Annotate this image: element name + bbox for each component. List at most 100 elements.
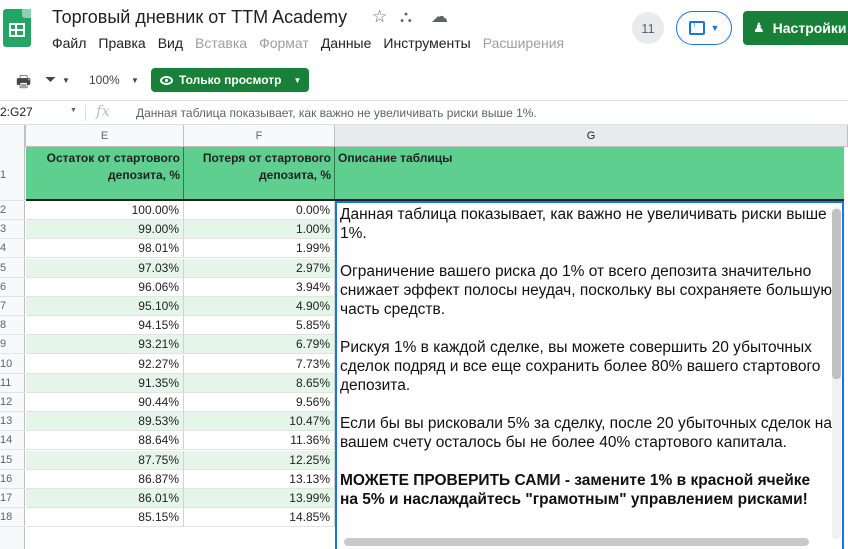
menu-item[interactable]: Файл [52,35,86,55]
cell-deposit-loss[interactable]: 11.36% [184,431,335,450]
cell-remaining-deposit[interactable]: 87.75% [26,451,184,470]
cell-deposit-loss[interactable]: 7.73% [184,355,335,374]
row-header[interactable]: 15 [0,451,25,470]
row-header-1[interactable]: 1 [0,147,25,201]
cell-remaining-deposit[interactable]: 92.27% [26,355,184,374]
vertical-scrollbar[interactable] [832,207,841,539]
menu-item[interactable]: Инструменты [383,35,470,55]
add-shortcut-icon[interactable]: ⛬ [400,7,412,27]
row-header[interactable]: 9 [0,335,25,354]
row-header[interactable]: 4 [0,239,25,258]
cell-deposit-loss[interactable]: 0.00% [184,201,335,220]
row-header[interactable]: 18 [0,508,25,527]
title-bar: Торговый дневник от TTM Academy ☆ ⛬ ☁ Фа… [0,0,848,60]
row-header[interactable]: 16 [0,470,25,489]
filter-chevron-icon[interactable]: ▼ [62,76,70,85]
cell-remaining-deposit[interactable]: 93.21% [26,335,184,354]
row-header[interactable]: 3 [0,220,25,239]
cell-remaining-deposit[interactable]: 88.64% [26,431,184,450]
row-header[interactable]: 2 [0,201,25,220]
cell-remaining-deposit[interactable]: 98.01% [26,239,184,258]
chevron-down-icon[interactable]: ▼ [70,107,77,114]
column-header-e[interactable]: E [26,125,184,147]
collaborators-count-badge[interactable]: 11 [632,12,664,44]
cell-deposit-loss[interactable]: 12.25% [184,451,335,470]
cell-deposit-loss[interactable]: 2.97% [184,259,335,278]
sheets-logo-icon[interactable] [3,9,31,47]
scroll-thumb[interactable] [832,209,841,379]
cell-deposit-loss[interactable]: 5.85% [184,316,335,335]
row-header[interactable]: 10 [0,355,25,374]
zoom-select[interactable]: 100% [89,73,120,87]
view-only-button[interactable]: Только просмотр ▼ [151,68,309,92]
row-header[interactable]: 13 [0,412,25,431]
row-header[interactable]: 5 [0,259,25,278]
print-icon[interactable]: 🖶 [16,71,31,98]
cell-deposit-loss[interactable]: 13.13% [184,470,335,489]
cell-remaining-deposit[interactable]: 91.35% [26,374,184,393]
cell-remaining-deposit[interactable]: 99.00% [26,220,184,239]
cell-deposit-loss[interactable]: 4.90% [184,297,335,316]
row-header[interactable]: 7 [0,297,25,316]
row-header[interactable]: 14 [0,431,25,450]
cell-deposit-loss[interactable]: 9.56% [184,393,335,412]
filter-icon[interactable]: ⏷ [45,71,56,88]
cloud-status-icon[interactable]: ☁ [431,7,448,27]
cell-deposit-loss[interactable]: 10.47% [184,412,335,431]
cell-remaining-deposit[interactable]: 86.01% [26,489,184,508]
menu-item[interactable]: Правка [98,35,145,55]
document-title[interactable]: Торговый дневник от TTM Academy [52,7,347,28]
menu-item[interactable]: Расширения [483,35,564,55]
row-number: 11 [0,377,12,389]
cell-deposit-loss[interactable]: 8.65% [184,374,335,393]
row-number: 3 [0,223,7,235]
row-number: 17 [0,492,13,504]
star-icon[interactable]: ☆ [372,7,387,27]
cell-deposit-loss[interactable]: 6.79% [184,335,335,354]
header-remaining-deposit[interactable]: Остаток от стартового депозита, % [26,147,184,199]
row-header[interactable]: 11 [0,374,25,393]
cell-remaining-deposit[interactable]: 95.10% [26,297,184,316]
row-number: 10 [0,358,13,370]
zoom-chevron-icon[interactable]: ▼ [131,76,139,85]
horizontal-scrollbar[interactable] [344,538,809,546]
share-settings-button[interactable]: ♟ Настройки [743,11,848,45]
cell-remaining-deposit[interactable]: 94.15% [26,316,184,335]
cell-deposit-loss[interactable]: 3.94% [184,278,335,297]
menu-item[interactable]: Вид [158,35,183,55]
menu-item[interactable]: Данные [321,35,372,55]
formula-input[interactable]: Данная таблица показывает, как важно не … [136,106,537,120]
name-box[interactable]: 2:G27 [0,105,33,119]
divider [85,105,86,121]
cell-remaining-deposit[interactable]: 96.06% [26,278,184,297]
eye-icon [160,75,173,85]
column-header-g[interactable]: G [335,125,848,147]
row-header[interactable]: 8 [0,316,25,335]
present-button[interactable]: ▼ [676,11,732,45]
table-header-row: Остаток от стартового депозита, % Потеря… [26,147,844,201]
cell-remaining-deposit[interactable]: 97.03% [26,259,184,278]
column-header-f[interactable]: F [184,125,335,147]
description-cell[interactable]: Данная таблица показывает, как важно не … [335,201,844,549]
cell-remaining-deposit[interactable]: 89.53% [26,412,184,431]
row-number: 9 [0,338,7,350]
row-number: 8 [0,319,7,331]
row-number: 2 [0,204,7,216]
row-header[interactable]: 12 [0,393,25,412]
cell-deposit-loss[interactable]: 1.99% [184,239,335,258]
cell-remaining-deposit[interactable]: 90.44% [26,393,184,412]
menu-item[interactable]: Формат [259,35,309,55]
row-header[interactable]: 6 [0,278,25,297]
row-header[interactable]: 17 [0,489,25,508]
cell-deposit-loss[interactable]: 1.00% [184,220,335,239]
header-deposit-loss[interactable]: Потеря от стартового депозита, % [184,147,335,199]
description-text: Данная таблица показывает, как важно не … [340,205,832,528]
cell-deposit-loss[interactable]: 13.99% [184,489,335,508]
header-description[interactable]: Описание таблицы [335,147,844,199]
cell-remaining-deposit[interactable]: 86.87% [26,470,184,489]
cell-remaining-deposit[interactable]: 100.00% [26,201,184,220]
cell-deposit-loss[interactable]: 14.85% [184,508,335,527]
menu-item[interactable]: Вставка [195,35,247,55]
row-number: 14 [0,434,13,446]
cell-remaining-deposit[interactable]: 85.15% [26,508,184,527]
